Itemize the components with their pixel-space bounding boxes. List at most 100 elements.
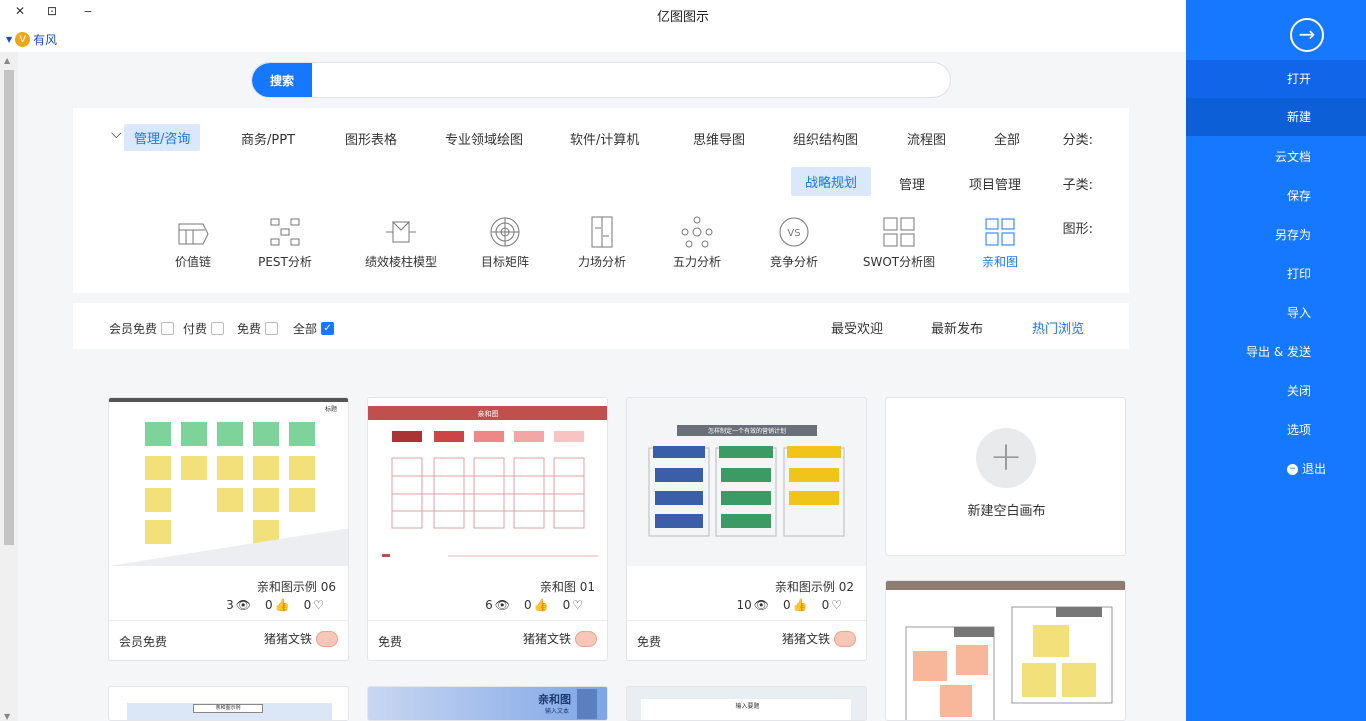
template-card[interactable]: 输入要题 (626, 686, 867, 721)
checkbox-label: 全部 (293, 322, 318, 336)
template-stats: 10 👁 0 👍 0 ♡ (736, 598, 842, 612)
sort-bar: 热门浏览 最新发布 最受欢迎 全部 ✓ 免费 付费 会员免费 (73, 303, 1129, 349)
shape-pest[interactable]: PEST分析 (240, 216, 330, 270)
value-chain-icon (178, 223, 209, 245)
heart-icon: ♡ (831, 598, 842, 612)
preview-heading: 亲和图示例 (193, 704, 263, 713)
eye-icon: 👁 (753, 598, 769, 612)
avatar (575, 630, 597, 647)
menu-save-as[interactable]: 另存为 (1186, 216, 1366, 254)
heart-icon: ♡ (313, 598, 324, 612)
menu-options[interactable]: 选项 (1186, 411, 1366, 449)
filter-paid-checkbox[interactable]: 付费 (183, 320, 225, 337)
shape-performance-prism[interactable]: 绩效棱柱模型 (356, 216, 446, 270)
template-title: 亲和图 01 (539, 580, 595, 594)
svg-text:VS: VS (787, 228, 800, 239)
shape-goal-matrix[interactable]: 目标矩阵 (460, 216, 550, 270)
exit-icon: − (1286, 464, 1298, 475)
account-menu[interactable]: ▼ V 有风 (6, 31, 57, 48)
template-stats: 6 👁 0 👍 0 ♡ (485, 598, 583, 612)
shape-swot[interactable]: SWOT分析图 (854, 216, 944, 270)
category-label: 分类: (1062, 133, 1093, 148)
vertical-scrollbar[interactable]: ▲ ▼ (0, 52, 18, 721)
category-org-chart[interactable]: 组织结构图 (793, 129, 858, 148)
menu-close[interactable]: 关闭 (1186, 372, 1366, 410)
menu-new[interactable]: 新建 (1186, 98, 1366, 136)
menu-export-send[interactable]: 导出 & 发送 (1186, 333, 1366, 371)
menu-import[interactable]: 导入 (1186, 294, 1366, 332)
target-icon (490, 217, 520, 247)
scroll-down-icon[interactable]: ▼ (4, 712, 10, 721)
prism-icon (386, 221, 416, 243)
template-card[interactable] (885, 580, 1126, 721)
chevron-down-icon[interactable]: ⌵ (111, 126, 122, 142)
search-button[interactable]: 搜索 (252, 63, 312, 97)
category-mind-map[interactable]: 思维导图 (693, 129, 745, 148)
restore-window-icon[interactable]: ⊡ (42, 4, 62, 18)
shape-force-field[interactable]: 力场分析 (557, 216, 647, 270)
category-management[interactable]: 管理/咨询 (124, 124, 201, 151)
shape-affinity[interactable]: 亲和图 (955, 216, 1045, 270)
filter-all-checkbox[interactable]: 全部 ✓ (293, 320, 335, 337)
template-card[interactable]: 亲和图示例 (108, 686, 349, 721)
heart-icon: ♡ (572, 598, 583, 612)
new-blank-canvas-card[interactable]: + 新建空白画布 (885, 397, 1126, 556)
close-window-icon[interactable]: ✕ (10, 4, 30, 18)
subcategory-management[interactable]: 管理 (899, 174, 925, 193)
filter-member-checkbox[interactable]: 会员免费 (109, 320, 175, 337)
category-software[interactable]: 软件/计算机 (570, 129, 639, 148)
checkbox-label: 会员免费 (109, 322, 158, 336)
sort-popular[interactable]: 热门浏览 (1032, 318, 1084, 337)
shape-name: 五力分析 (672, 255, 721, 269)
category-graphic-table[interactable]: 图形表格 (345, 129, 397, 148)
menu-open[interactable]: 打开 (1186, 60, 1366, 98)
subcategory-project-mgmt[interactable]: 项目管理 (969, 174, 1021, 193)
shape-name: 亲和图 (981, 255, 1018, 269)
shape-five-forces[interactable]: 五力分析 (652, 216, 742, 270)
preview-heading: 怎样制定一个有效的营销计划 (708, 427, 786, 435)
scroll-up-icon[interactable]: ▲ (4, 56, 10, 65)
category-business-ppt[interactable]: 商务/PPT (241, 129, 295, 148)
template-title: 亲和图示例 02 (774, 580, 854, 594)
category-flowchart[interactable]: 流程图 (907, 129, 946, 148)
like-count: 0 👍 (783, 598, 808, 612)
author[interactable]: 猪猪文铁 (523, 630, 597, 647)
shape-name: PEST分析 (258, 255, 312, 269)
price-tag: 免费 (637, 635, 662, 649)
sort-newest[interactable]: 最新发布 (931, 318, 983, 337)
preview-heading: 输入要题 (735, 703, 760, 710)
avatar (834, 630, 856, 647)
shape-name: 价值链 (174, 255, 211, 269)
shape-name: 目标矩阵 (480, 255, 529, 269)
preview-subheading: 输入文本 (544, 708, 569, 715)
author[interactable]: 猪猪文铁 (782, 630, 856, 647)
menu-save[interactable]: 保存 (1186, 177, 1366, 215)
back-arrow-icon[interactable]: → (1290, 18, 1324, 52)
sort-favorite[interactable]: 最受欢迎 (831, 318, 883, 337)
filter-free-checkbox[interactable]: 免费 (237, 320, 279, 337)
menu-cloud[interactable]: 云文档 (1186, 138, 1366, 176)
author-name: 猪猪文铁 (781, 632, 830, 646)
shape-competition[interactable]: VS 竞争分析 (749, 216, 839, 270)
template-card[interactable]: 亲和图 亲和图 01 6 👁 0 👍 0 ♡ 猪猪文铁 免费 (367, 397, 608, 661)
shape-value-chain[interactable]: 价值链 (148, 216, 238, 270)
category-all[interactable]: 全部 (994, 129, 1020, 148)
scroll-thumb[interactable] (4, 70, 14, 545)
preview-heading: 标题 (325, 405, 337, 413)
shape-name: 竞争分析 (769, 255, 818, 269)
menu-print[interactable]: 打印 (1186, 255, 1366, 293)
menu-exit[interactable]: − 退出 (1186, 450, 1366, 488)
search-input[interactable] (316, 63, 936, 97)
eye-icon: 👁 (235, 598, 251, 612)
template-card[interactable]: 标题 亲和图示例 06 3 👁 0 👍 0 ♡ 猪猪文铁 会员免费 (108, 397, 349, 661)
author[interactable]: 猪猪文铁 (264, 630, 338, 647)
subcategory-strategy[interactable]: 战略规划 (791, 167, 872, 196)
template-card[interactable]: 亲和图 输入文本 (367, 686, 608, 721)
price-tag: 会员免费 (119, 635, 168, 649)
vip-badge-icon: V (15, 32, 31, 47)
menu-exit-label: 退出 (1301, 462, 1326, 476)
minimize-window-icon[interactable]: ‒ (78, 4, 98, 18)
category-professional[interactable]: 专业领域绘图 (445, 129, 523, 148)
template-card[interactable]: 怎样制定一个有效的营销计划 亲和图示例 02 10 👁 0 👍 0 ♡ 猪猪文铁 免费 (626, 397, 867, 661)
pest-icon (270, 218, 300, 246)
